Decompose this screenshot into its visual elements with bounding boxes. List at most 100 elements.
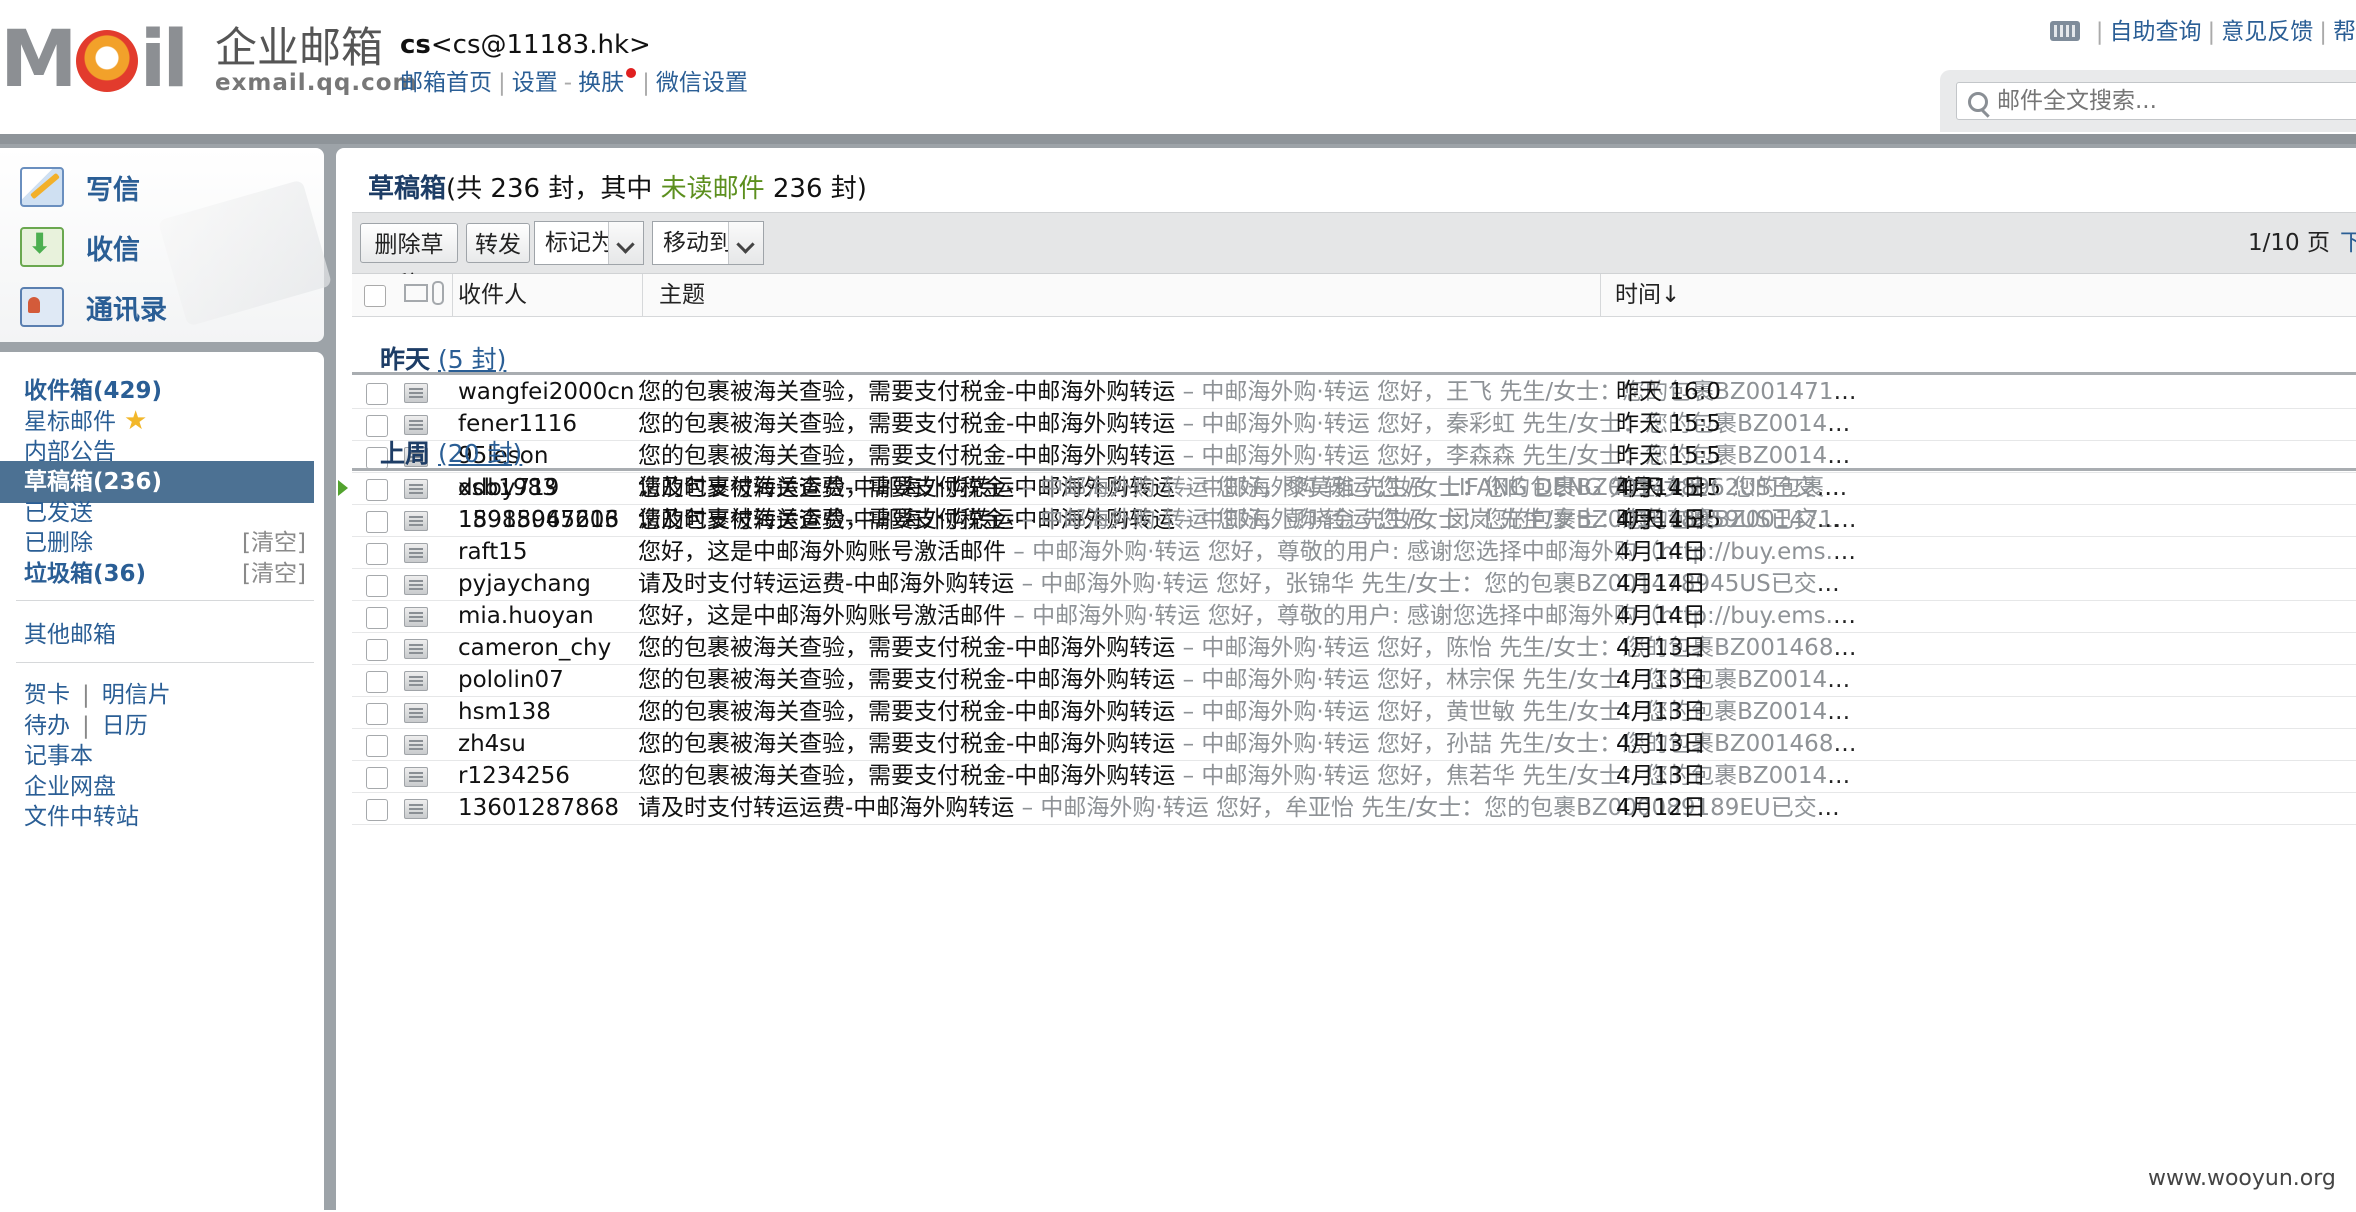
mail-list-panel: 草稿箱(共 236 封，其中 未读邮件 236 封) 删除草稿 转发 标记为..… [336, 148, 2356, 1210]
row-checkbox[interactable] [366, 575, 388, 597]
empty-spam-link[interactable]: [清空] [242, 553, 306, 595]
row-checkbox[interactable] [366, 607, 388, 629]
recipient-cell[interactable]: pyjaychang [458, 568, 591, 600]
preview-text: – 中邮海外购·转运 您好，李森森 先生/女士：您的包裹BZ001471289U… [1182, 443, 1860, 469]
time-cell: 4月13日 [1616, 699, 1706, 725]
recipient-cell[interactable]: zh4su [458, 728, 526, 760]
row-checkbox[interactable] [366, 799, 388, 821]
row-checkbox[interactable] [366, 511, 388, 533]
table-row[interactable]: fener1116 您的包裹被海关查验，需要支付税金-中邮海外购转运 – 中邮海外… [352, 408, 2356, 441]
keyboard-icon[interactable] [2049, 21, 2080, 41]
recipient-cell[interactable]: xsb1983 [458, 472, 557, 504]
table-row[interactable]: wangfei2000cn 您的包裹被海关查验，需要支付税金-中邮海外购转运 – … [352, 376, 2356, 409]
wechat-settings-link[interactable]: 微信设置 [656, 70, 748, 96]
row-checkbox[interactable] [366, 671, 388, 693]
receive-button[interactable]: 收信 [20, 222, 140, 272]
preview-text: – 中邮海外购·转运 您好，黎莫雅 先生/女士：您的包裹BZ001478962U… [1021, 475, 1860, 501]
subject-text: 您的包裹被海关查验，需要支付税金-中邮海外购转运 [638, 763, 1176, 789]
preview-text: – 中邮海外购·转运 您好，牟亚怡 先生/女士：您的包裹BZ000089189E… [1021, 795, 1860, 821]
preview-text: – 中邮海外购·转运 您好，黄世敏 先生/女士：您的包裹BZ001468727U… [1182, 699, 1860, 725]
draft-icon [404, 383, 428, 403]
chevron-down-icon [608, 222, 643, 264]
search-icon [1968, 92, 1988, 112]
sidebar: 写信 收信 通讯录 收件箱(429) 星标邮件★ 内部公告 草稿箱(236) 已… [0, 144, 333, 1212]
row-checkbox[interactable] [366, 703, 388, 725]
draft-icon [404, 671, 428, 691]
folder-list: 收件箱(429) 星标邮件 ★ 内部公告 草稿箱(236) 已发送 已删除 [清空]… [0, 352, 324, 1212]
column-header: 收件人 主题 时间↓ [352, 274, 2356, 317]
row-checkbox[interactable] [366, 383, 388, 405]
help-link[interactable]: 帮 [2333, 19, 2356, 45]
next-page-link[interactable]: 下 [2340, 230, 2356, 256]
row-checkbox[interactable] [366, 735, 388, 757]
settings-link[interactable]: 设置 [512, 70, 558, 96]
preview-text: – 中邮海外购·转运 您好，彭晓金 先生/女士：您的包裹BZ001478959U… [1021, 507, 1860, 533]
column-recipient[interactable]: 收件人 [458, 274, 527, 316]
mark-as-select[interactable]: 标记为... [534, 221, 644, 265]
row-checkbox[interactable] [366, 639, 388, 661]
contacts-label: 通讯录 [86, 294, 167, 326]
sidebar-item-spam[interactable]: 垃圾箱(36) [清空] [0, 553, 314, 595]
move-to-select[interactable]: 移动到... [652, 221, 764, 265]
table-row[interactable]: hsm138 您的包裹被海关查验，需要支付税金-中邮海外购转运 – 中邮海外购·转… [352, 696, 2356, 729]
self-help-link[interactable]: 自助查询 [2110, 19, 2202, 45]
quick-actions: 写信 收信 通讯录 [0, 148, 333, 342]
recipient-cell[interactable]: cameron_chy [458, 632, 611, 664]
time-cell: 4月13日 [1616, 635, 1706, 661]
header: Mil 企业邮箱 exmail.qq.com cs<cs@11183.hk> 邮… [0, 0, 2356, 136]
table-row[interactable]: cameron_chy 您的包裹被海关查验，需要支付税金-中邮海外购转运 – 中邮… [352, 632, 2356, 665]
skin-link[interactable]: 换肤 [578, 70, 624, 96]
recipient-cell[interactable]: wangfei2000cn [458, 376, 634, 408]
table-row[interactable]: 15985045203 请及时支付转运运费-中邮海外购转运 – 中邮海外购·转运 … [352, 504, 2356, 537]
group-count-link[interactable]: (5 封) [438, 345, 506, 374]
column-subject[interactable]: 主题 [642, 274, 705, 316]
logo[interactable]: Mil 企业邮箱 exmail.qq.com [0, 15, 417, 105]
envelope-icon [404, 284, 428, 302]
time-cell: 4月13日 [1616, 667, 1706, 693]
subject-text: 您的包裹被海关查验，需要支付税金-中邮海外购转运 [638, 635, 1176, 661]
top-right-links: | 自助查询 | 意见反馈 | 帮 [2049, 12, 2356, 46]
unread-mail-link[interactable]: 未读邮件 [661, 174, 765, 204]
recipient-cell[interactable]: mia.huoyan [458, 600, 594, 632]
row-checkbox[interactable] [366, 767, 388, 789]
row-checkbox[interactable] [366, 543, 388, 565]
recipient-cell[interactable]: hsm138 [458, 696, 551, 728]
compose-label: 写信 [86, 174, 140, 206]
subject-text: 您的包裹被海关查验，需要支付税金-中邮海外购转运 [638, 699, 1176, 725]
receive-label: 收信 [86, 234, 140, 266]
feedback-link[interactable]: 意见反馈 [2221, 19, 2313, 45]
recipient-cell[interactable]: 13601287868 [458, 792, 619, 824]
draft-icon [404, 767, 428, 787]
divider [16, 600, 314, 601]
group-count-link[interactable]: (20 封) [438, 439, 522, 468]
group-label: 上周 [380, 439, 431, 468]
mailbox-home-link[interactable]: 邮箱首页 [400, 70, 492, 96]
time-cell: 4月13日 [1616, 763, 1706, 789]
forward-button[interactable]: 转发 [466, 223, 530, 263]
time-cell: 4月13日 [1616, 731, 1706, 757]
column-time[interactable]: 时间↓ [1600, 274, 2215, 316]
table-row[interactable]: xsb1983 请及时支付转运运费-中邮海外购转运 – 中邮海外购·转运 您好，黎… [352, 472, 2356, 505]
search-input[interactable] [1956, 82, 2356, 120]
compose-button[interactable]: 写信 [20, 162, 140, 212]
recipient-cell[interactable]: pololin07 [458, 664, 564, 696]
recipient-cell[interactable]: raft15 [458, 536, 528, 568]
table-row[interactable]: mia.huoyan 您好，这是中邮海外购账号激活邮件 – 中邮海外购·转运 您好… [352, 600, 2356, 633]
select-all-checkbox[interactable] [364, 285, 386, 307]
table-row[interactable]: 13601287868 请及时支付转运运费-中邮海外购转运 – 中邮海外购·转运 … [352, 792, 2356, 825]
table-row[interactable]: r1234256 您的包裹被海关查验，需要支付税金-中邮海外购转运 – 中邮海外购… [352, 760, 2356, 793]
sidebar-item-other-mailboxes[interactable]: 其他邮箱 [0, 614, 314, 656]
logo-wordmark: Mil [0, 15, 189, 105]
row-checkbox[interactable] [366, 479, 388, 501]
preview-text: – 中邮海外购·转运 您好，王飞 先生/女士：您的包裹BZ001471479US… [1182, 379, 1860, 405]
table-row[interactable]: raft15 您好，这是中邮海外购账号激活邮件 – 中邮海外购·转运 您好，尊敬的… [352, 536, 2356, 569]
preview-text: – 中邮海外购·转运 您好，陈怡 先生/女士：您的包裹BZ001468792US… [1182, 635, 1860, 661]
file-transfer-link[interactable]: 文件中转站 [0, 796, 314, 838]
table-row[interactable]: zh4su 您的包裹被海关查验，需要支付税金-中邮海外购转运 – 中邮海外购·转运… [352, 728, 2356, 761]
recipient-cell[interactable]: r1234256 [458, 760, 570, 792]
table-row[interactable]: pyjaychang 请及时支付转运运费-中邮海外购转运 – 中邮海外购·转运 您… [352, 568, 2356, 601]
contacts-button[interactable]: 通讯录 [20, 282, 167, 332]
table-row[interactable]: pololin07 您的包裹被海关查验，需要支付税金-中邮海外购转运 – 中邮海外… [352, 664, 2356, 697]
delete-draft-button[interactable]: 删除草稿 [360, 223, 458, 298]
recipient-cell[interactable]: 15985045203 [458, 504, 619, 536]
